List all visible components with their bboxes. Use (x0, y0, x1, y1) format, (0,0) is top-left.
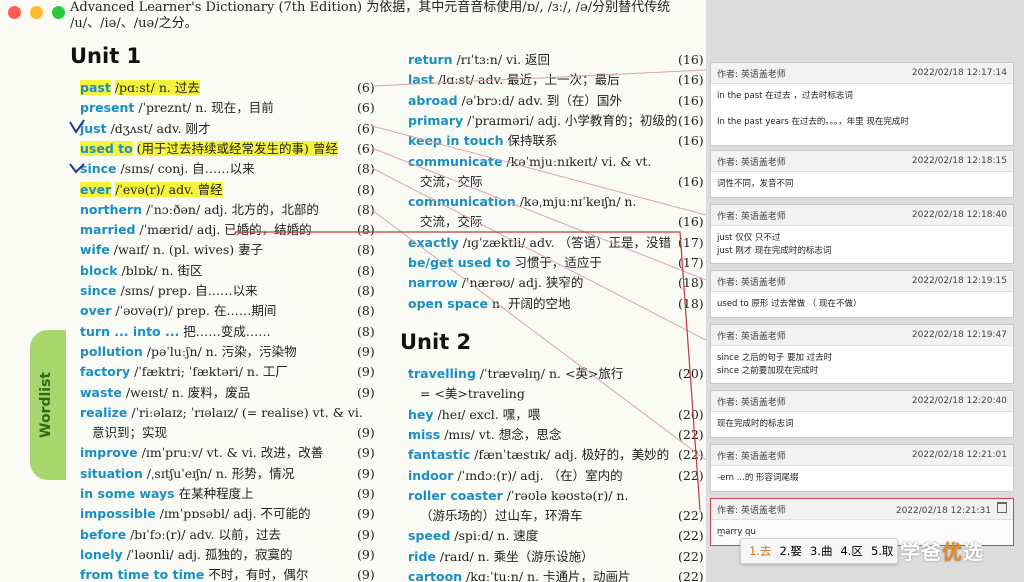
comment-body: in the past 在过去 ，过去时标志词 In the past years… (711, 84, 1013, 135)
checkmark-icon (69, 163, 85, 174)
comment-header: 作者: 英语盖老师 2022/02/18 12:18:15 (711, 151, 1013, 172)
comment-author: 作者: 英语盖老师 (717, 451, 786, 462)
comment-body: 词性不同，发音不同 (711, 172, 1013, 197)
trash-icon[interactable] (997, 502, 1007, 513)
comment-body: since 之后的句子 要加 过去时 since 之前要加现在完成时 (711, 346, 1013, 384)
comment-line: 现在完成时的标志词 (717, 419, 794, 429)
comment-line: 词性不同，发音不同 (717, 179, 794, 189)
comment-header: 作者: 英语盖老师 2022/02/18 12:20:40 (711, 391, 1013, 412)
comment-author: 作者: 英语盖老师 (717, 277, 786, 288)
comment-time: 2022/02/18 12:21:31 (895, 506, 991, 516)
comment-time: 2022/02/18 12:21:01 (911, 450, 1007, 460)
minimize-button[interactable] (30, 6, 43, 19)
comment-line: since 之后的句子 要加 过去时 (717, 353, 833, 363)
comment-line (717, 103, 1007, 116)
link-line (371, 167, 706, 341)
ime-candidate[interactable]: 3.曲 (810, 543, 832, 559)
comment-card[interactable]: 作者: 英语盖老师 2022/02/18 12:21:01 -ern ...的 形容… (710, 444, 1014, 492)
comment-author: 作者: 英语盖老师 (717, 331, 786, 342)
comment-line: just 仅仅 只不过 (717, 233, 781, 243)
comment-author: 作者: 英语盖老师 (717, 397, 786, 408)
link-line (371, 125, 706, 216)
comment-line: since 之前要加现在完成时 (717, 366, 819, 376)
link-line (371, 209, 706, 461)
comment-author: 作者: 英语盖老师 (717, 211, 786, 222)
comment-time: 2022/02/18 12:20:40 (911, 396, 1007, 406)
ime-candidate[interactable]: 2.娶 (779, 543, 801, 559)
comment-card[interactable]: 作者: 英语盖老师 2022/02/18 12:18:15 词性不同，发音不同 (710, 150, 1014, 198)
comment-author: 作者: 英语盖老师 (717, 157, 786, 168)
textbook-page: Advanced Learner's Dictionary (7th Editi… (0, 0, 706, 582)
comment-body: 现在完成时的标志词 (711, 412, 1013, 437)
comment-header: 作者: 英语盖老师 2022/02/18 12:17:14 (711, 63, 1013, 84)
comment-body: used to 原形 过去常做 （ 现在不做） (711, 292, 1013, 317)
comment-time: 2022/02/18 12:18:15 (911, 156, 1007, 166)
comment-line: just 刚才 现在完成时的标志词 (717, 246, 832, 256)
comment-line: In the past years 在过去的。。。，年里 现在完成时 (717, 117, 909, 127)
comment-header: 作者: 英语盖老师 2022/02/18 12:19:15 (711, 271, 1013, 292)
ime-candidate[interactable]: 5.取 (871, 543, 893, 559)
comment-card[interactable]: 作者: 英语盖老师 2022/02/18 12:17:14 in the past … (710, 62, 1014, 146)
comment-card[interactable]: 作者: 英语盖老师 2022/02/18 12:18:40 just 仅仅 只不过 j… (710, 204, 1014, 264)
comment-body: -ern ...的 形容词尾缀 (711, 466, 1013, 491)
comment-header: 作者: 英语盖老师 2022/02/18 12:21:31 (711, 499, 1013, 520)
comment-time: 2022/02/18 12:19:15 (911, 276, 1007, 286)
link-line (371, 147, 706, 281)
comment-header: 作者: 英语盖老师 2022/02/18 12:19:47 (711, 325, 1013, 346)
ime-candidate[interactable]: 4.区 (840, 543, 862, 559)
comment-author: 作者: 英语盖老师 (717, 69, 786, 80)
link-line (371, 69, 706, 87)
annotation-links (69, 69, 706, 511)
zoom-button[interactable] (52, 6, 65, 19)
ime-candidate[interactable]: 1.去 (749, 543, 771, 559)
comment-time: 2022/02/18 12:17:14 (911, 68, 1007, 78)
comment-body: just 仅仅 只不过 just 刚才 现在完成时的标志词 (711, 226, 1013, 264)
comment-card[interactable]: 作者: 英语盖老师 2022/02/18 12:19:47 since 之后的句子 … (710, 324, 1014, 384)
comment-card[interactable]: 作者: 英语盖老师 2022/02/18 12:20:40 现在完成时的标志词 (710, 390, 1014, 438)
checkmark-icon (69, 119, 85, 134)
watermark-logo: 学爸优选 (900, 540, 984, 564)
comment-line: in the past 在过去 ，过去时标志词 (717, 91, 853, 101)
comment-time: 2022/02/18 12:19:47 (911, 330, 1007, 340)
comment-time: 2022/02/18 12:18:40 (911, 210, 1007, 220)
window-controls (8, 6, 65, 19)
comment-line: used to 原形 过去常做 （ 现在不做） (717, 299, 862, 309)
ime-candidate-bar[interactable]: 1.去 2.娶 3.曲 4.区 5.取 (740, 538, 898, 564)
active-link-line (235, 231, 701, 511)
comment-card[interactable]: 作者: 英语盖老师 2022/02/18 12:19:15 used to 原形 过… (710, 270, 1014, 318)
comment-header: 作者: 英语盖老师 2022/02/18 12:21:01 (711, 445, 1013, 466)
comment-author: 作者: 英语盖老师 (717, 505, 786, 516)
close-button[interactable] (8, 6, 21, 19)
comment-header: 作者: 英语盖老师 2022/02/18 12:18:40 (711, 205, 1013, 226)
comment-line: -ern ...的 形容词尾缀 (717, 473, 799, 483)
